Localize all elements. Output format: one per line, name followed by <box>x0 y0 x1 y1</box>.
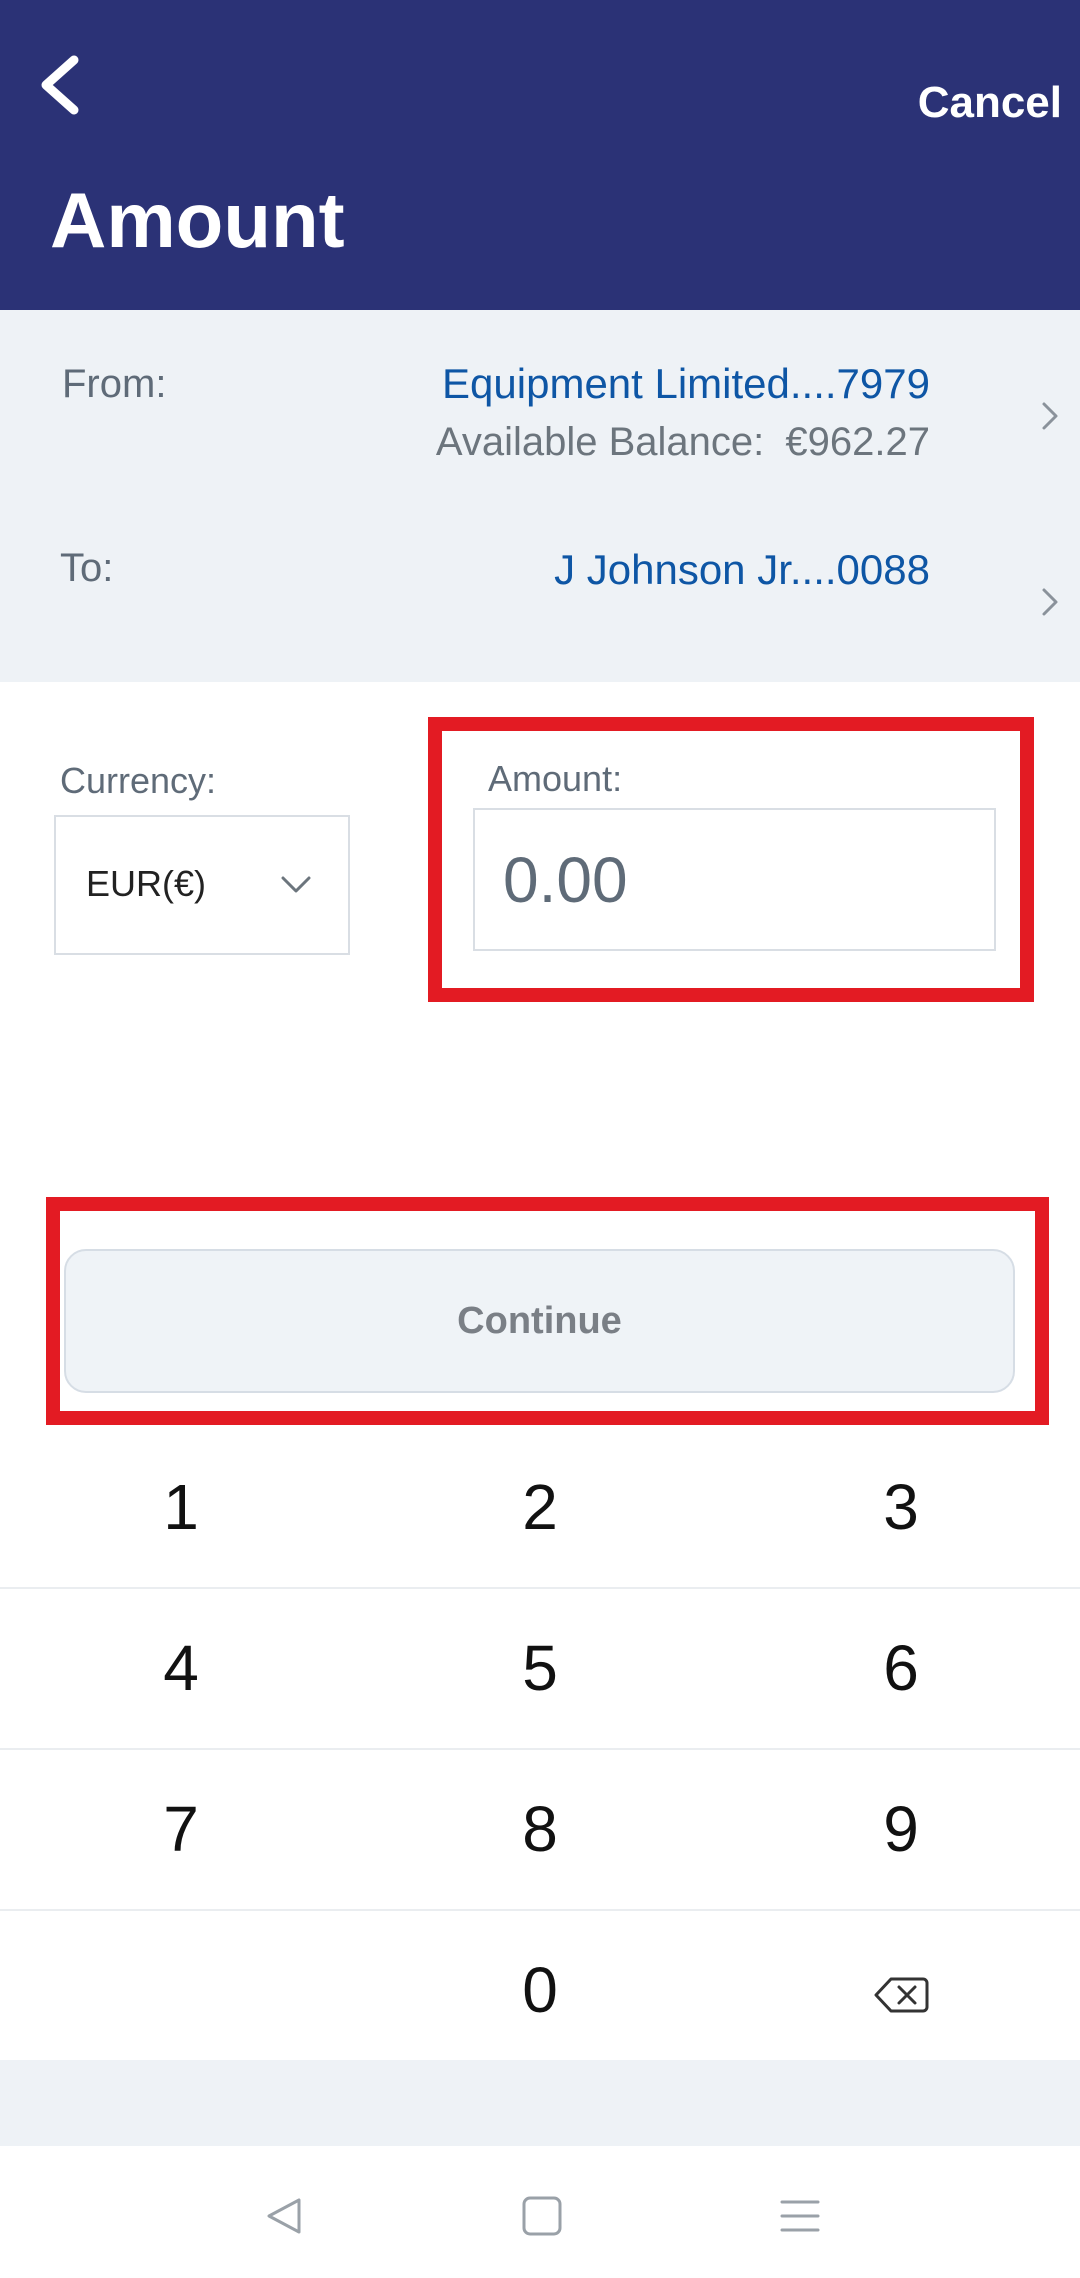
key-7[interactable]: 7 <box>0 1750 362 1909</box>
system-navigation-bar <box>0 2146 1080 2278</box>
keypad-row: 7 8 9 <box>0 1750 1080 1911</box>
key-1[interactable]: 1 <box>0 1428 362 1587</box>
backspace-icon <box>874 1977 929 2013</box>
key-5[interactable]: 5 <box>359 1589 721 1748</box>
key-2[interactable]: 2 <box>359 1428 721 1587</box>
back-icon[interactable] <box>255 2186 315 2246</box>
to-label: To: <box>60 546 114 590</box>
backspace-key[interactable] <box>720 1911 1080 2070</box>
keypad-footer <box>0 2060 1080 2146</box>
keypad-row: 0 <box>0 1911 1080 2072</box>
key-9[interactable]: 9 <box>720 1750 1080 1909</box>
chevron-down-icon <box>281 876 311 893</box>
key-6[interactable]: 6 <box>720 1589 1080 1748</box>
key-3[interactable]: 3 <box>720 1428 1080 1587</box>
chevron-right-icon <box>1042 588 1058 616</box>
menu-icon[interactable] <box>770 2186 830 2246</box>
page-title: Amount <box>50 176 345 264</box>
home-icon[interactable] <box>512 2186 572 2246</box>
from-account-row[interactable]: From: Equipment Limited....7979 Availabl… <box>0 310 1080 480</box>
cancel-button[interactable]: Cancel <box>918 78 1062 128</box>
available-balance: Available Balance: €962.27 <box>436 420 930 465</box>
keypad-row: 4 5 6 <box>0 1589 1080 1750</box>
account-selection: From: Equipment Limited....7979 Availabl… <box>0 310 1080 682</box>
numeric-keypad: 1 2 3 4 5 6 7 8 9 0 <box>0 1428 1080 2072</box>
currency-select[interactable]: EUR(€) <box>54 815 350 955</box>
chevron-left-icon <box>41 55 79 115</box>
back-button[interactable] <box>30 40 100 130</box>
currency-value: EUR(€) <box>86 863 207 904</box>
from-account-name: Equipment Limited....7979 <box>442 360 930 407</box>
amount-highlight-box <box>428 717 1034 1002</box>
chevron-right-icon <box>1042 402 1058 430</box>
from-label: From: <box>62 362 167 406</box>
key-8[interactable]: 8 <box>359 1750 721 1909</box>
currency-label: Currency: <box>60 760 217 801</box>
key-0[interactable]: 0 <box>359 1911 721 2070</box>
continue-highlight-box <box>46 1197 1049 1425</box>
key-blank <box>0 1911 362 2070</box>
key-4[interactable]: 4 <box>0 1589 362 1748</box>
keypad-row: 1 2 3 <box>0 1428 1080 1589</box>
balance-value: €962.27 <box>785 420 930 464</box>
to-account-name: J Johnson Jr....0088 <box>554 546 930 593</box>
to-account-row[interactable]: To: J Johnson Jr....0088 <box>0 490 1080 680</box>
app-header: Cancel Amount <box>0 0 1080 310</box>
balance-label: Available Balance: <box>435 420 765 464</box>
